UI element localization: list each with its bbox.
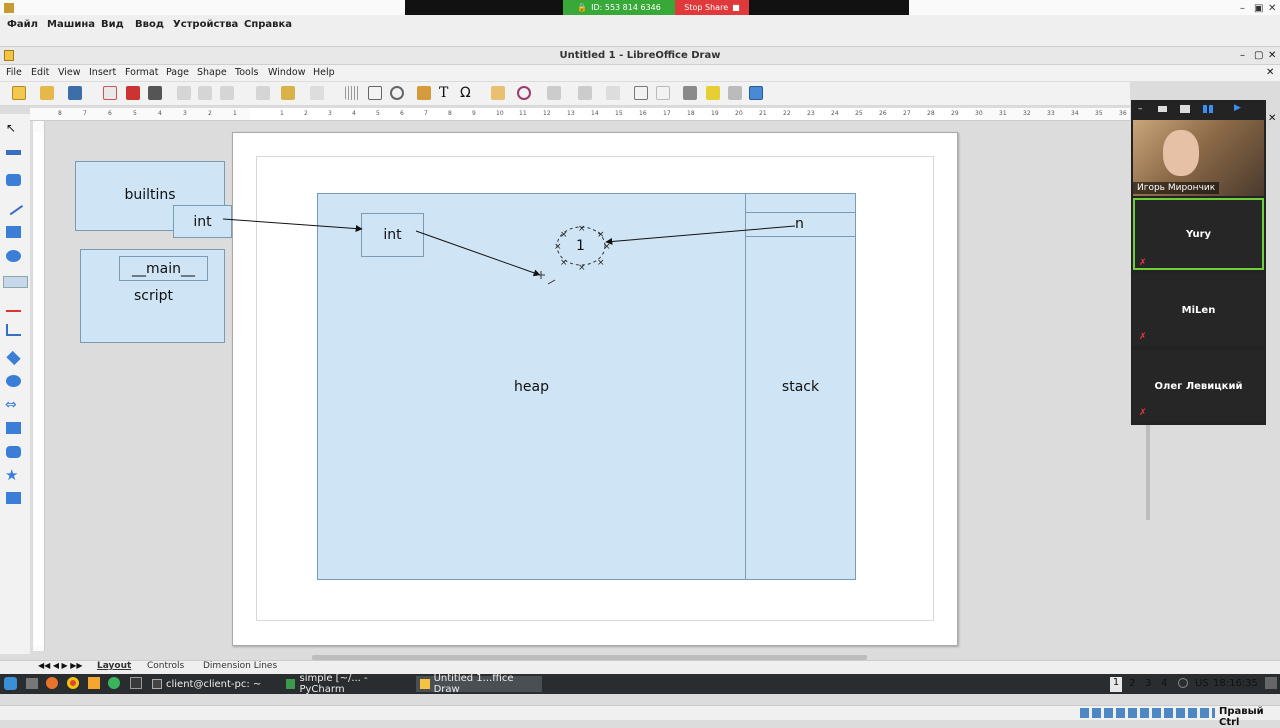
zoom-speaker-view-icon[interactable] xyxy=(1180,105,1190,113)
terminal-task-icon xyxy=(152,679,162,689)
zoom-gallery-view-icon[interactable] xyxy=(1203,105,1213,113)
svg-text:×: × xyxy=(554,242,562,252)
chrome-icon[interactable] xyxy=(67,677,79,689)
draw-task-icon xyxy=(420,679,430,689)
self-name-label: Игорь Мирончик xyxy=(1133,182,1220,194)
avatar xyxy=(1163,130,1199,176)
zoom-view-icon[interactable] xyxy=(1158,106,1167,112)
host-key-label: Правый Ctrl xyxy=(1219,706,1264,728)
workspace-4[interactable]: 4 xyxy=(1161,678,1167,689)
tab-controls[interactable]: Controls xyxy=(147,661,184,671)
zoom-close-icon[interactable]: ✕ xyxy=(1268,113,1276,124)
terminal-icon[interactable] xyxy=(130,677,142,689)
connectors-layer: × × × × × × × × xyxy=(222,218,796,285)
sublime-icon[interactable] xyxy=(88,677,100,689)
self-video-tile[interactable]: Игорь Мирончик xyxy=(1133,120,1264,196)
task-terminal[interactable]: client@client-pc: ~ xyxy=(148,676,278,692)
participant-oleg-label: Олег Левицкий xyxy=(1154,380,1243,392)
tab-nav-icons[interactable]: ◀◀ ◀ ▶ ▶▶ xyxy=(38,661,83,670)
pycharm-task-icon xyxy=(286,679,296,689)
task-libreoffice-draw[interactable]: Untitled 1...ffice Draw xyxy=(416,673,542,695)
svg-text:×: × xyxy=(560,230,568,240)
page-tabs-bar xyxy=(0,660,1280,674)
spotify-icon[interactable] xyxy=(108,677,120,689)
tab-dimension-lines[interactable]: Dimension Lines xyxy=(203,661,277,671)
svg-text:×: × xyxy=(578,224,586,234)
task-pycharm-label: simple [~/... - PyCharm xyxy=(299,673,368,695)
svg-text:×: × xyxy=(597,258,605,268)
participant-milen[interactable]: MiLen ✗ xyxy=(1133,274,1264,346)
participant-oleg[interactable]: Олег Левицкий ✗ xyxy=(1133,350,1264,422)
mic-muted-icon: ✗ xyxy=(1139,332,1147,342)
start-menu-icon[interactable] xyxy=(4,677,17,690)
one-label: 1 xyxy=(576,238,585,254)
network-icon[interactable] xyxy=(1178,678,1188,688)
vm-status-icons xyxy=(1080,708,1215,718)
svg-text:×: × xyxy=(603,242,611,252)
mic-muted-icon: ✗ xyxy=(1139,258,1147,268)
svg-text:×: × xyxy=(597,230,605,240)
task-terminal-label: client@client-pc: ~ xyxy=(166,678,262,690)
arrow-n-to-one[interactable] xyxy=(605,225,796,245)
arrow-int-pointer[interactable] xyxy=(415,230,541,277)
workspace-3[interactable]: 3 xyxy=(1145,678,1151,689)
firefox-icon[interactable] xyxy=(46,677,58,689)
show-desktop-icon[interactable] xyxy=(26,678,38,689)
arrow-int-to-heap-int[interactable] xyxy=(222,218,363,233)
zoom-minimize-icon[interactable]: – xyxy=(1138,104,1143,114)
workspace-2[interactable]: 2 xyxy=(1129,678,1135,689)
participant-milen-label: MiLen xyxy=(1181,304,1216,316)
task-pycharm[interactable]: simple [~/... - PyCharm xyxy=(282,673,414,695)
task-draw-label: Untitled 1...ffice Draw xyxy=(433,673,514,695)
keyboard-layout[interactable]: US xyxy=(1195,678,1209,689)
clock[interactable]: 18:16:35 xyxy=(1213,678,1258,689)
crosshair-cursor-icon xyxy=(537,271,556,285)
workspace-1[interactable]: 1 xyxy=(1110,677,1122,692)
svg-text:×: × xyxy=(560,258,568,268)
svg-text:×: × xyxy=(578,263,586,273)
participant-yury-label: Yury xyxy=(1185,228,1212,240)
zoom-next-icon[interactable]: ▶ xyxy=(1234,103,1241,113)
participant-yury[interactable]: Yury ✗ xyxy=(1133,198,1264,270)
tray-menu-icon[interactable] xyxy=(1265,677,1277,689)
tab-layout[interactable]: Layout xyxy=(97,661,131,671)
mic-muted-icon: ✗ xyxy=(1139,408,1147,418)
